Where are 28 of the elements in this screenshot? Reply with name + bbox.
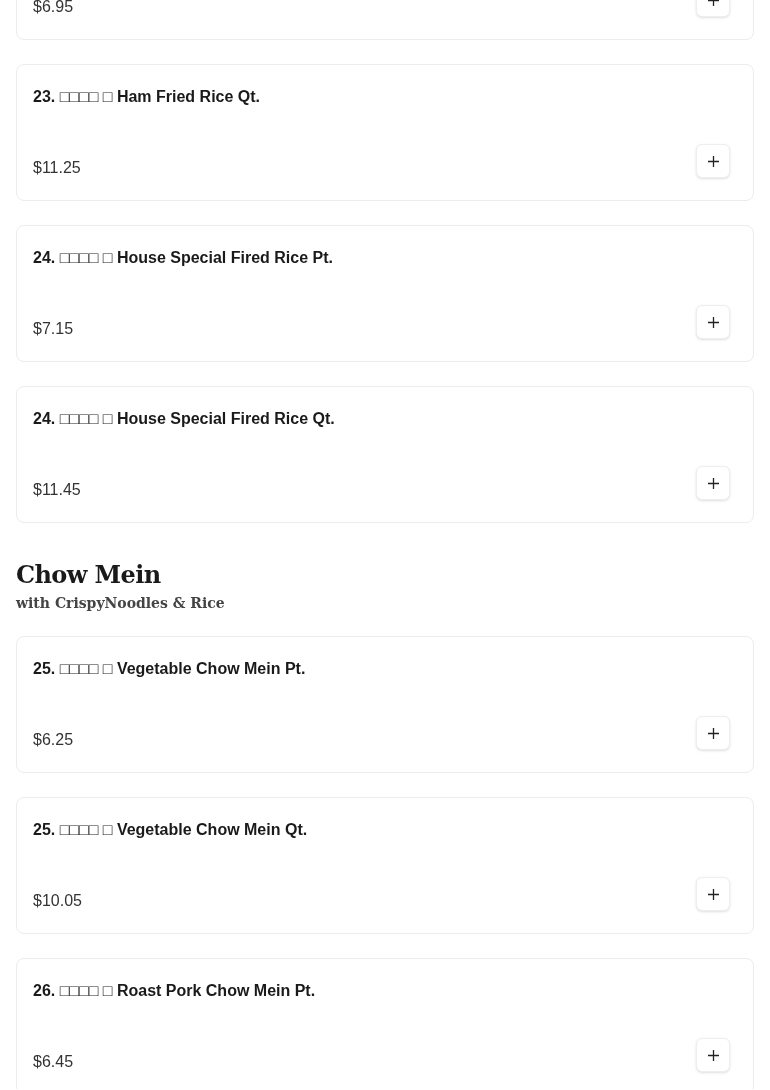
menu-item-card[interactable]: 23. □□□□ □ Ham Fried Rice Qt. $11.25 bbox=[16, 64, 754, 201]
menu-item-card[interactable]: 24. □□□□ □ House Special Fired Rice Qt. $11.45 bbox=[16, 386, 754, 523]
plus-icon bbox=[707, 888, 719, 900]
section-subtitle: with CrispyNoodles & Rice bbox=[16, 594, 226, 612]
item-name: 26. □□□□ □ Roast Pork Chow Mein Pt. bbox=[33, 981, 316, 1001]
plus-icon bbox=[707, 727, 719, 739]
item-price: $6.45 bbox=[33, 1052, 74, 1072]
item-name: 25. □□□□ □ Vegetable Chow Mein Qt. bbox=[33, 820, 308, 840]
item-price: $7.15 bbox=[33, 319, 74, 339]
item-price: $10.05 bbox=[33, 891, 82, 911]
item-name: 24. □□□□ □ House Special Fired Rice Pt. bbox=[33, 248, 333, 268]
plus-icon bbox=[707, 1049, 719, 1061]
section-title: Chow Mein bbox=[16, 560, 162, 590]
item-price: $6.25 bbox=[33, 730, 74, 750]
item-price: $11.25 bbox=[33, 158, 81, 178]
plus-icon bbox=[707, 316, 719, 328]
menu-item-card[interactable]: 26. □□□□ □ Roast Pork Chow Mein Pt. $6.45 bbox=[16, 958, 754, 1089]
plus-icon bbox=[707, 477, 719, 489]
menu-item-card[interactable]: $6.95 bbox=[16, 0, 754, 40]
item-price: $6.95 bbox=[33, 0, 74, 17]
plus-icon bbox=[707, 155, 719, 167]
menu-item-card[interactable]: 25. □□□□ □ Vegetable Chow Mein Pt. $6.25 bbox=[16, 636, 754, 773]
item-name: 25. □□□□ □ Vegetable Chow Mein Pt. bbox=[33, 659, 306, 679]
item-name: 23. □□□□ □ Ham Fried Rice Qt. bbox=[33, 87, 261, 107]
item-price: $11.45 bbox=[33, 480, 81, 500]
item-name: 24. □□□□ □ House Special Fired Rice Qt. bbox=[33, 409, 335, 429]
menu-item-card[interactable]: 24. □□□□ □ House Special Fired Rice Pt. $7.15 bbox=[16, 225, 754, 362]
menu-item-card[interactable]: 25. □□□□ □ Vegetable Chow Mein Qt. $10.05 bbox=[16, 797, 754, 934]
